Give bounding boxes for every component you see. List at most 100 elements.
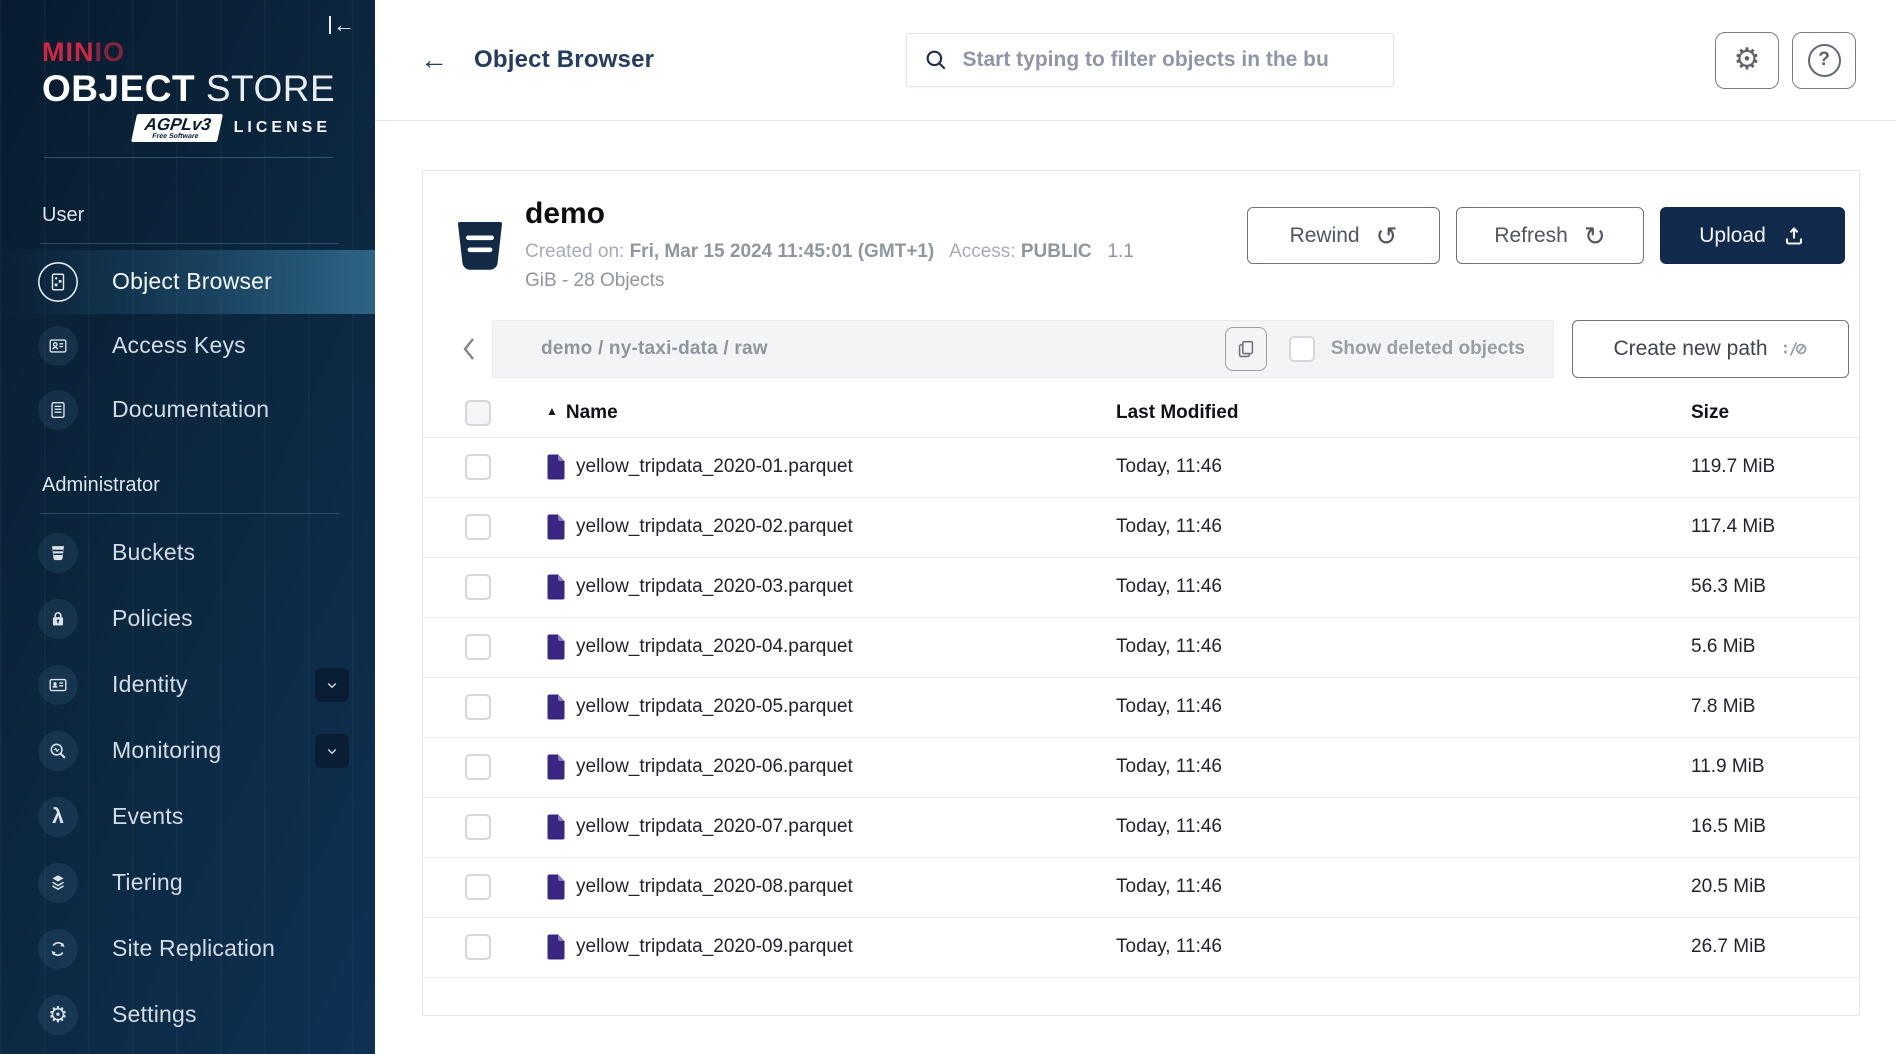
object-name[interactable]: yellow_tripdata_2020-03.parquet — [576, 576, 853, 598]
buckets-icon — [38, 533, 78, 573]
sidebar-item-settings[interactable]: ⚙ Settings — [0, 982, 375, 1048]
chevron-down-icon[interactable] — [315, 668, 349, 702]
object-size: 16.5 MiB — [1691, 816, 1859, 838]
sidebar-item-identity[interactable]: Identity — [0, 652, 375, 718]
column-header-name[interactable]: ▲ Name — [499, 402, 1116, 424]
row-checkbox[interactable] — [465, 874, 491, 900]
object-name[interactable]: yellow_tripdata_2020-01.parquet — [576, 456, 853, 478]
table-row[interactable]: yellow_tripdata_2020-03.parquet Today, 1… — [423, 558, 1859, 618]
table-row[interactable]: yellow_tripdata_2020-01.parquet Today, 1… — [423, 438, 1859, 498]
path-toolbar: demo / ny-taxi-data / raw Show deleted o… — [423, 320, 1859, 378]
layers-icon — [38, 863, 78, 903]
access-label: Access: — [949, 241, 1016, 262]
file-icon — [546, 514, 566, 540]
search-icon — [923, 47, 949, 73]
row-checkbox[interactable] — [465, 634, 491, 660]
sidebar-item-object-browser[interactable]: Object Browser — [0, 250, 375, 314]
row-checkbox[interactable] — [465, 574, 491, 600]
object-modified: Today, 11:46 — [1116, 456, 1691, 478]
rewind-button[interactable]: Rewind ↺ — [1247, 207, 1440, 264]
sidebar-item-access-keys[interactable]: Access Keys — [0, 314, 375, 378]
file-icon — [546, 694, 566, 720]
table-row[interactable]: yellow_tripdata_2020-06.parquet Today, 1… — [423, 738, 1859, 798]
column-header-modified[interactable]: Last Modified — [1116, 402, 1691, 424]
table-row[interactable]: yellow_tripdata_2020-05.parquet Today, 1… — [423, 678, 1859, 738]
filter-search-box[interactable] — [906, 33, 1394, 87]
object-name[interactable]: yellow_tripdata_2020-05.parquet — [576, 696, 853, 718]
chevron-down-icon[interactable] — [315, 734, 349, 768]
table-row[interactable]: yellow_tripdata_2020-09.parquet Today, 1… — [423, 918, 1859, 978]
sidebar-item-documentation[interactable]: Documentation — [0, 378, 375, 442]
table-row[interactable]: yellow_tripdata_2020-08.parquet Today, 1… — [423, 858, 1859, 918]
sidebar-collapse-icon[interactable]: ← — [329, 14, 355, 36]
help-button[interactable]: ? — [1792, 32, 1856, 89]
copy-path-button[interactable] — [1225, 327, 1267, 371]
row-checkbox[interactable] — [465, 514, 491, 540]
policies-icon — [38, 599, 78, 639]
object-modified: Today, 11:46 — [1116, 936, 1691, 958]
object-name[interactable]: yellow_tripdata_2020-02.parquet — [576, 516, 853, 538]
object-name[interactable]: yellow_tripdata_2020-08.parquet — [576, 876, 853, 898]
row-checkbox[interactable] — [465, 454, 491, 480]
object-modified: Today, 11:46 — [1116, 516, 1691, 538]
search-input[interactable] — [963, 48, 1377, 72]
upload-button[interactable]: Upload — [1660, 207, 1845, 264]
bucket-icon — [457, 221, 503, 296]
sidebar-item-tiering[interactable]: Tiering — [0, 850, 375, 916]
path-icon — [1782, 336, 1808, 362]
back-arrow-icon[interactable]: ← — [420, 46, 448, 74]
sidebar-section-user: User — [0, 204, 375, 227]
row-checkbox[interactable] — [465, 694, 491, 720]
object-name[interactable]: yellow_tripdata_2020-09.parquet — [576, 936, 853, 958]
sidebar-section-administrator: Administrator — [0, 474, 375, 497]
object-modified: Today, 11:46 — [1116, 816, 1691, 838]
object-size: 5.6 MiB — [1691, 636, 1859, 658]
object-name[interactable]: yellow_tripdata_2020-07.parquet — [576, 816, 853, 838]
sidebar-item-buckets[interactable]: Buckets — [0, 520, 375, 586]
upload-icon — [1782, 224, 1806, 248]
show-deleted-checkbox[interactable] — [1289, 336, 1315, 362]
replication-arrows-icon — [38, 929, 78, 969]
object-name[interactable]: yellow_tripdata_2020-04.parquet — [576, 636, 853, 658]
page-title: Object Browser — [474, 46, 654, 74]
row-checkbox[interactable] — [465, 934, 491, 960]
select-all-checkbox[interactable] — [465, 400, 491, 426]
row-checkbox[interactable] — [465, 754, 491, 780]
rewind-icon: ↺ — [1376, 223, 1398, 249]
created-label: Created on: — [525, 241, 624, 262]
table-row[interactable]: yellow_tripdata_2020-04.parquet Today, 1… — [423, 618, 1859, 678]
column-header-size[interactable]: Size — [1691, 402, 1859, 424]
create-new-path-button[interactable]: Create new path — [1572, 320, 1849, 378]
lambda-icon: λ — [38, 797, 78, 837]
table-footer-space — [423, 978, 1859, 1006]
divider — [40, 513, 339, 514]
bucket-meta: Created on: Fri, Mar 15 2024 11:45:01 (G… — [525, 237, 1165, 296]
bucket-objects: GiB - 28 Objects — [525, 270, 664, 291]
access-value: PUBLIC — [1021, 241, 1092, 262]
bucket-name: demo — [525, 197, 1165, 231]
object-modified: Today, 11:46 — [1116, 696, 1691, 718]
table-row[interactable]: yellow_tripdata_2020-07.parquet Today, 1… — [423, 798, 1859, 858]
gear-icon: ⚙ — [1734, 45, 1761, 75]
object-browser-icon — [38, 262, 78, 302]
refresh-icon: ↻ — [1584, 223, 1606, 249]
breadcrumb[interactable]: demo / ny-taxi-data / raw — [541, 338, 1225, 360]
settings-button[interactable]: ⚙ — [1715, 32, 1779, 89]
sidebar-item-monitoring[interactable]: Monitoring — [0, 718, 375, 784]
access-keys-icon — [38, 326, 78, 366]
table-row[interactable]: yellow_tripdata_2020-02.parquet Today, 1… — [423, 498, 1859, 558]
object-size: 11.9 MiB — [1691, 756, 1859, 778]
object-modified: Today, 11:46 — [1116, 576, 1691, 598]
sidebar-item-policies[interactable]: Policies — [0, 586, 375, 652]
sidebar-item-events[interactable]: λ Events — [0, 784, 375, 850]
object-name[interactable]: yellow_tripdata_2020-06.parquet — [576, 756, 853, 778]
documentation-icon — [38, 390, 78, 430]
divider — [44, 157, 333, 158]
divider — [40, 243, 339, 244]
sidebar-item-site-replication[interactable]: Site Replication — [0, 916, 375, 982]
row-checkbox[interactable] — [465, 814, 491, 840]
refresh-button[interactable]: Refresh ↻ — [1456, 207, 1644, 264]
objects-table: ▲ Name Last Modified Size yellow_tripdat… — [423, 390, 1859, 1006]
back-chevron-icon[interactable] — [448, 320, 492, 378]
object-size: 7.8 MiB — [1691, 696, 1859, 718]
